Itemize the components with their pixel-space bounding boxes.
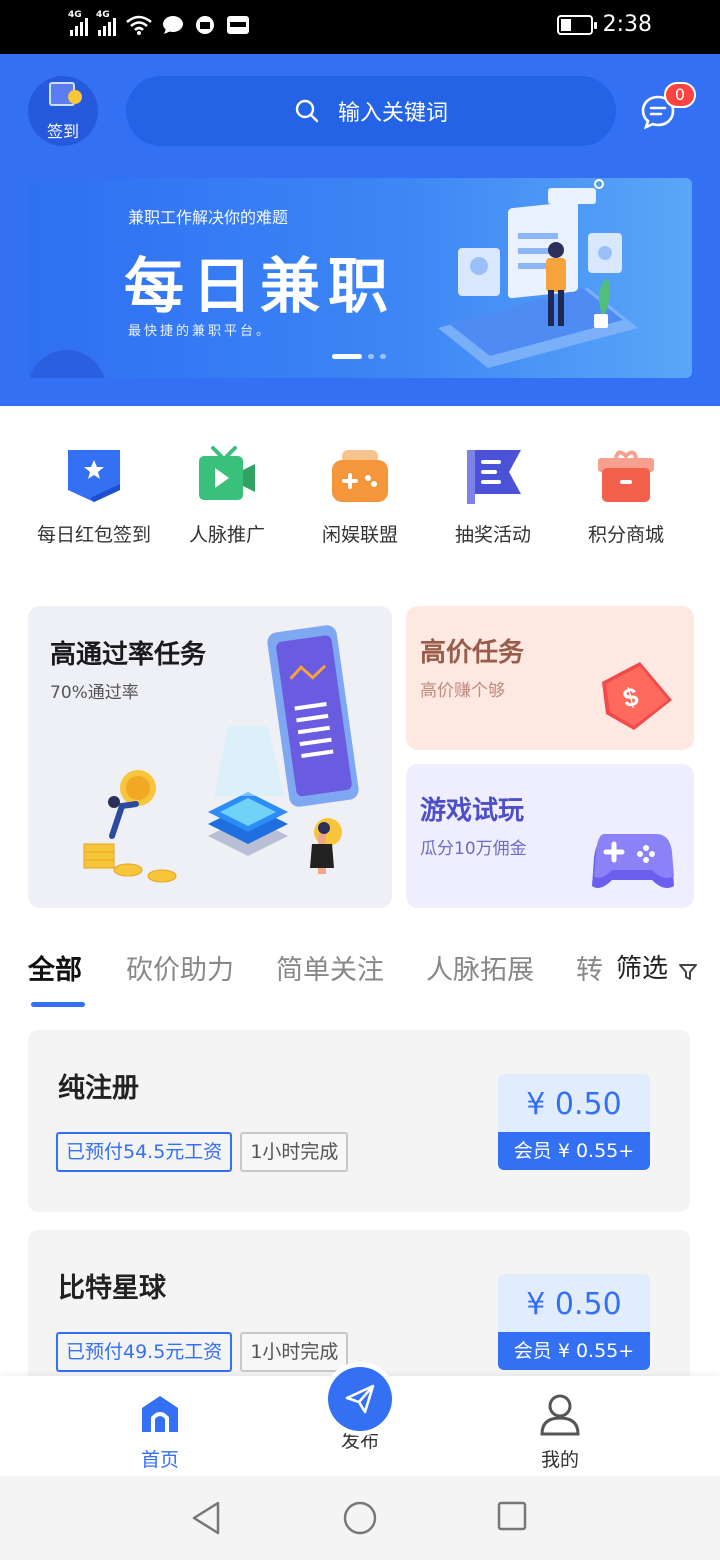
banner-subtitle: 兼职工作解决你的难题 bbox=[128, 208, 289, 227]
quick-menu-lottery[interactable]: 抽奖活动 bbox=[427, 446, 559, 547]
price-box: ¥ 0.50 会员 ¥ 0.55+ bbox=[498, 1274, 650, 1370]
clock: 2:38 bbox=[602, 12, 652, 37]
hms-icon bbox=[227, 16, 249, 34]
card-subtitle: 高价赚个够 bbox=[420, 681, 505, 701]
user-icon bbox=[540, 1394, 580, 1436]
wifi-icon bbox=[126, 15, 152, 35]
quick-menu-network-promo[interactable]: 人脉推广 bbox=[161, 446, 293, 547]
tab-more-partial[interactable]: 转 bbox=[576, 948, 603, 987]
task-price: ¥ 0.50 bbox=[526, 1087, 622, 1122]
task-tags: 已预付54.5元工资 1小时完成 bbox=[56, 1132, 349, 1172]
category-tabs: 全部 砍价助力 简单关注 人脉拓展 转 筛选 bbox=[28, 948, 706, 1008]
pagination-dot-active bbox=[332, 354, 362, 359]
high-pass-rate-card[interactable]: 高通过率任务 70%通过率 bbox=[28, 606, 392, 908]
filter-button[interactable]: 筛选 bbox=[606, 948, 706, 996]
vip-price: 会员 ¥ 0.55+ bbox=[498, 1132, 650, 1170]
tab-network-expand[interactable]: 人脉拓展 bbox=[426, 948, 534, 987]
filter-icon bbox=[679, 964, 697, 980]
pagination-dot bbox=[368, 354, 374, 359]
banner-illustration bbox=[438, 179, 638, 368]
nav-me[interactable]: 我的 bbox=[500, 1392, 620, 1472]
banner-title: 每日兼职 bbox=[124, 252, 396, 322]
card-title: 高价任务 bbox=[420, 638, 525, 668]
quick-menu-label: 积分商城 bbox=[587, 524, 664, 546]
quick-menu-label: 每日红包签到 bbox=[36, 524, 151, 546]
nav-me-label: 我的 bbox=[540, 1449, 579, 1471]
header: 签到 输入关键词 0 兼职工作解决你的难题 每日兼职 最快捷的兼职平台。 bbox=[0, 54, 720, 406]
quick-menu-leisure-league[interactable]: 闲娱联盟 bbox=[294, 446, 426, 547]
tv-play-icon bbox=[199, 446, 255, 500]
app-notification-icon bbox=[196, 16, 214, 34]
game-trial-card[interactable]: 游戏试玩 瓜分10万佣金 bbox=[406, 764, 694, 908]
nav-home-label: 首页 bbox=[140, 1449, 179, 1471]
task-name: 比特星球 bbox=[58, 1273, 166, 1304]
gift-box-icon bbox=[598, 450, 654, 502]
signal-icon: 4G bbox=[96, 10, 116, 36]
tab-bargain-help[interactable]: 砍价助力 bbox=[126, 948, 234, 987]
publish-button[interactable] bbox=[323, 1362, 397, 1436]
paper-plane-icon bbox=[345, 1384, 375, 1414]
quick-menu: 每日红包签到 人脉推广 闲娱联盟 抽奖活动 积分商城 bbox=[28, 446, 692, 547]
home-circle-icon[interactable] bbox=[342, 1500, 378, 1536]
time-tag: 1小时完成 bbox=[240, 1332, 349, 1372]
prepaid-tag: 已预付54.5元工资 bbox=[56, 1132, 233, 1172]
prepaid-tag: 已预付49.5元工资 bbox=[56, 1332, 233, 1372]
search-bar[interactable]: 输入关键词 bbox=[126, 76, 616, 146]
network-type-label: 4G bbox=[96, 10, 110, 20]
coin-icon bbox=[68, 90, 82, 104]
star-flag-icon bbox=[68, 450, 120, 502]
banner-tagline: 最快捷的兼职平台。 bbox=[128, 324, 273, 339]
quick-menu-label: 人脉推广 bbox=[188, 524, 265, 546]
home-icon bbox=[142, 1396, 178, 1432]
recents-icon[interactable] bbox=[496, 1500, 528, 1532]
quick-menu-daily-redpacket[interactable]: 每日红包签到 bbox=[28, 446, 160, 547]
banner-pagination bbox=[332, 354, 386, 359]
chat-bubble-icon bbox=[163, 16, 183, 34]
signin-label: 签到 bbox=[46, 122, 79, 141]
banner-decoration bbox=[28, 350, 106, 378]
pagination-dot bbox=[380, 354, 386, 359]
vip-price: 会员 ¥ 0.55+ bbox=[498, 1332, 650, 1370]
quick-menu-points-mall[interactable]: 积分商城 bbox=[560, 446, 692, 547]
tab-simple-follow[interactable]: 简单关注 bbox=[276, 948, 384, 987]
promo-banner[interactable]: 兼职工作解决你的难题 每日兼职 最快捷的兼职平台。 bbox=[28, 178, 692, 378]
signin-button[interactable]: 签到 bbox=[28, 76, 98, 146]
task-name: 纯注册 bbox=[58, 1073, 139, 1104]
search-icon bbox=[295, 99, 319, 123]
time-tag: 1小时完成 bbox=[240, 1132, 349, 1172]
nav-home[interactable]: 首页 bbox=[100, 1392, 220, 1472]
game-controller-icon bbox=[592, 834, 674, 888]
task-price: ¥ 0.50 bbox=[526, 1287, 622, 1322]
search-placeholder: 输入关键词 bbox=[337, 101, 448, 126]
message-count-badge: 0 bbox=[664, 82, 696, 108]
task-card[interactable]: 纯注册 已预付54.5元工资 1小时完成 ¥ 0.50 会员 ¥ 0.55+ bbox=[28, 1030, 690, 1212]
price-tag-icon: $ bbox=[602, 662, 672, 730]
battery-icon bbox=[556, 14, 597, 35]
active-tab-indicator bbox=[31, 1002, 85, 1007]
status-icons-right: 2:38 bbox=[556, 12, 652, 37]
high-price-task-card[interactable]: 高价任务 高价赚个够 $ bbox=[406, 606, 694, 750]
quick-menu-label: 闲娱联盟 bbox=[321, 524, 398, 546]
status-icons-left: 4G 4G bbox=[68, 10, 250, 36]
back-icon[interactable] bbox=[190, 1500, 222, 1536]
system-navigation-bar bbox=[0, 1476, 720, 1560]
card-subtitle: 瓜分10万佣金 bbox=[420, 839, 527, 859]
status-bar: 4G 4G 2:38 bbox=[0, 0, 720, 54]
banner-flag-icon bbox=[467, 450, 521, 504]
quick-menu-label: 抽奖活动 bbox=[454, 524, 531, 546]
phone-coins-illustration bbox=[83, 625, 359, 883]
gamepad-icon bbox=[332, 450, 388, 502]
network-type-label: 4G bbox=[68, 10, 82, 20]
signal-icon: 4G bbox=[68, 10, 88, 36]
filter-label: 筛选 bbox=[616, 954, 669, 984]
card-title: 游戏试玩 bbox=[420, 796, 525, 826]
task-tags: 已预付49.5元工资 1小时完成 bbox=[56, 1332, 349, 1372]
price-box: ¥ 0.50 会员 ¥ 0.55+ bbox=[498, 1074, 650, 1170]
tab-all[interactable]: 全部 bbox=[28, 948, 82, 987]
